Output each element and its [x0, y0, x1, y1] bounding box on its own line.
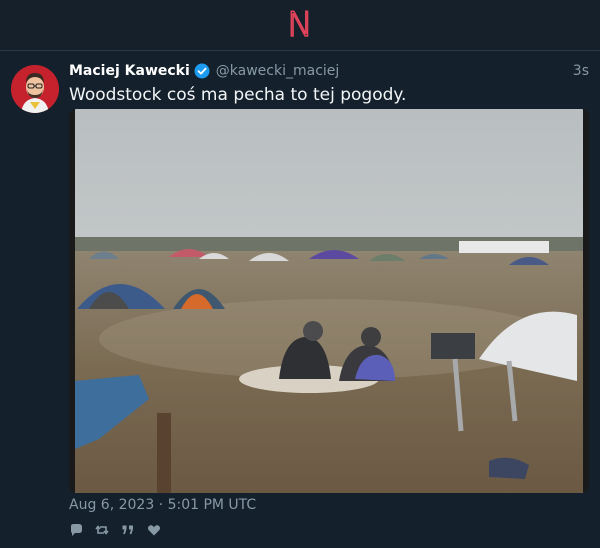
relative-time[interactable]: 3s [573, 63, 589, 79]
app-header: N [0, 0, 600, 51]
tweet-timestamp[interactable]: Aug 6, 2023 · 5:01 PM UTC [69, 497, 256, 513]
tweet-text: Woodstock coś ma pecha to tej pogody. [69, 85, 407, 105]
tweet[interactable]: Maciej Kawecki @kawecki_maciej 3s Woodst… [0, 51, 600, 548]
verified-icon [194, 63, 210, 79]
like-button[interactable] [147, 523, 161, 537]
tweet-actions [69, 523, 161, 537]
quote-icon [122, 525, 133, 535]
quote-button[interactable] [121, 523, 135, 537]
like-icon [147, 525, 161, 536]
reply-button[interactable] [69, 523, 83, 537]
retweet-button[interactable] [95, 523, 109, 537]
reply-icon [71, 524, 82, 536]
avatar-image [11, 65, 59, 113]
tweet-header: Maciej Kawecki @kawecki_maciej 3s [69, 61, 589, 81]
retweet-icon [95, 525, 109, 535]
author-handle[interactable]: @kawecki_maciej [216, 63, 340, 79]
avatar[interactable] [11, 65, 59, 113]
author-name[interactable]: Maciej Kawecki [69, 63, 190, 79]
photo-image [69, 109, 589, 493]
app-logo[interactable]: N [286, 7, 313, 43]
tweet-photo[interactable] [69, 109, 589, 493]
